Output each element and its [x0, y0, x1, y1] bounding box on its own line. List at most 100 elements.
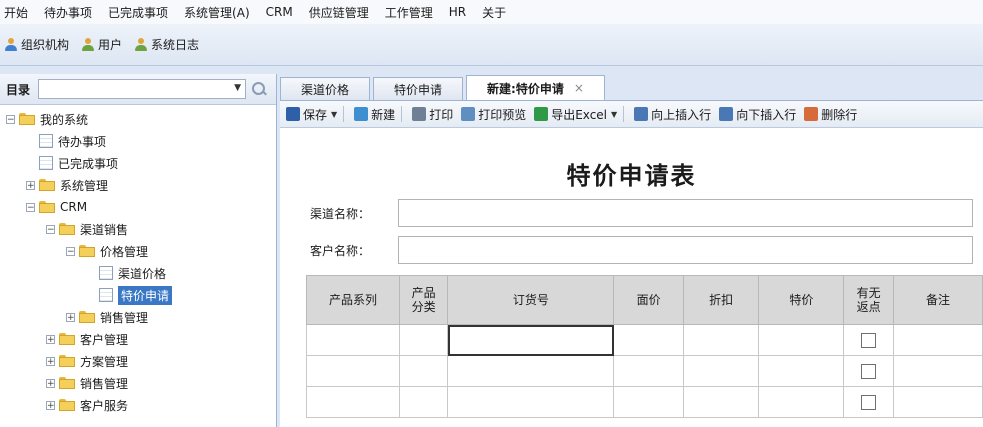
- toolbar-separator: [343, 106, 345, 122]
- collapse-icon[interactable]: −: [46, 224, 55, 234]
- close-icon[interactable]: ×: [574, 81, 584, 95]
- system-log-button[interactable]: 系统日志: [134, 36, 199, 53]
- grid-col-header-text: 产品系列: [328, 293, 377, 307]
- tree-item-12[interactable]: + 销售管理: [46, 373, 128, 393]
- menu-item-6[interactable]: 工作管理: [385, 4, 433, 21]
- toolbar-button-label: 新建: [371, 107, 396, 122]
- tree-item-label: 渠道销售: [80, 222, 129, 237]
- collapse-icon[interactable]: −: [66, 246, 75, 256]
- form-toolbar: 保存 ▼ 新建 打印 打印预览 导出Excel ▼ 向上插入行 向下插入行 删除行: [280, 101, 983, 128]
- tree-item-7[interactable]: 渠道价格: [86, 263, 166, 283]
- channel-name-label: 渠道名称：: [310, 206, 371, 221]
- page-icon: [39, 156, 53, 170]
- grid-cell[interactable]: [447, 324, 615, 356]
- grid-col-header-6: 有无返点: [843, 275, 894, 325]
- grid-cell[interactable]: [892, 324, 983, 356]
- tab-2[interactable]: 新建:特价申请 ×: [466, 75, 605, 100]
- grid-cell[interactable]: [843, 355, 894, 387]
- menu-item-4[interactable]: CRM: [266, 5, 293, 19]
- chevron-down-icon[interactable]: ▼: [234, 83, 241, 93]
- collapse-icon[interactable]: −: [26, 202, 35, 212]
- menu-item-2[interactable]: 已完成事项: [108, 4, 168, 21]
- toolbar-icon: [634, 107, 649, 121]
- grid-cell[interactable]: [447, 386, 615, 418]
- menu-item-8[interactable]: 关于: [482, 4, 506, 21]
- menu-item-1[interactable]: 待办事项: [44, 4, 92, 21]
- toolbar-button-0[interactable]: 保存 ▼: [286, 106, 337, 123]
- tree-item-5[interactable]: − 渠道销售: [46, 219, 128, 239]
- menu-item-3[interactable]: 系统管理(A): [184, 4, 250, 21]
- grid-cell[interactable]: [892, 355, 983, 387]
- menu-item-5[interactable]: 供应链管理: [309, 4, 369, 21]
- grid-cell[interactable]: [843, 386, 894, 418]
- users-button[interactable]: 用户: [81, 36, 122, 53]
- toolbar-button-5[interactable]: 向上插入行: [634, 106, 711, 123]
- grid-cell[interactable]: [682, 386, 760, 418]
- channel-name-input[interactable]: [398, 199, 973, 227]
- grid-cell[interactable]: [758, 324, 845, 356]
- toolbar-button-4[interactable]: 导出Excel ▼: [534, 106, 617, 123]
- expand-icon[interactable]: +: [66, 312, 75, 322]
- search-icon[interactable]: [252, 82, 266, 96]
- folder-icon: [39, 201, 55, 213]
- grid-col-header-text: 订货号: [512, 293, 549, 307]
- page-icon: [39, 134, 53, 148]
- directory-combo[interactable]: ▼: [38, 79, 247, 99]
- tree-item-4[interactable]: − CRM: [26, 197, 87, 217]
- tree-item-9[interactable]: + 销售管理: [66, 307, 148, 327]
- grid-cell[interactable]: [398, 355, 449, 387]
- grid-cell[interactable]: [613, 324, 684, 356]
- tree-item-3[interactable]: + 系统管理: [26, 175, 108, 195]
- tree-item-8[interactable]: 特价申请: [86, 285, 173, 305]
- toolbar-button-7[interactable]: 删除行: [804, 106, 857, 123]
- menu-item-0[interactable]: 开始: [4, 4, 28, 21]
- grid-cell[interactable]: [758, 355, 845, 387]
- menu-item-7[interactable]: HR: [449, 5, 466, 19]
- grid-cell[interactable]: [447, 355, 615, 387]
- grid-cell[interactable]: [306, 355, 400, 387]
- org-button[interactable]: 组织机构: [4, 36, 69, 53]
- tree-item-10[interactable]: + 客户管理: [46, 329, 128, 349]
- grid-cell[interactable]: [682, 324, 760, 356]
- tree-item-0[interactable]: − 我的系统: [6, 109, 88, 129]
- dropdown-arrow-icon[interactable]: ▼: [611, 110, 617, 119]
- customer-name-input[interactable]: [398, 236, 973, 264]
- rebate-checkbox[interactable]: [861, 332, 877, 348]
- toolbar-icon: [354, 107, 369, 121]
- expand-icon[interactable]: +: [46, 334, 55, 344]
- grid-cell[interactable]: [306, 324, 400, 356]
- tab-0[interactable]: 渠道价格: [280, 77, 371, 100]
- grid-cell[interactable]: [613, 386, 684, 418]
- grid-cell[interactable]: [682, 355, 760, 387]
- dropdown-arrow-icon[interactable]: ▼: [331, 110, 337, 119]
- folder-icon: [59, 377, 75, 389]
- toolbar-button-3[interactable]: 打印预览: [461, 106, 526, 123]
- toolbar-button-6[interactable]: 向下插入行: [719, 106, 796, 123]
- expand-icon[interactable]: +: [46, 400, 55, 410]
- tree-item-13[interactable]: + 客户服务: [46, 395, 128, 415]
- tree-item-label: CRM: [60, 200, 88, 214]
- expand-icon[interactable]: +: [46, 378, 55, 388]
- tree-item-6[interactable]: − 价格管理: [66, 241, 148, 261]
- tree-item-1[interactable]: 待办事项: [26, 131, 106, 151]
- toolbar-button-1[interactable]: 新建: [354, 106, 395, 123]
- rebate-checkbox[interactable]: [861, 363, 877, 379]
- toolbar-icon: [461, 107, 476, 121]
- tree-item-11[interactable]: + 方案管理: [46, 351, 128, 371]
- rebate-checkbox[interactable]: [861, 394, 877, 410]
- collapse-icon[interactable]: −: [6, 114, 15, 124]
- grid-col-header-text: 产品分类: [411, 286, 436, 314]
- expand-icon[interactable]: +: [46, 356, 55, 366]
- toolbar-button-2[interactable]: 打印: [412, 106, 453, 123]
- grid-cell[interactable]: [843, 324, 894, 356]
- grid-cell[interactable]: [613, 355, 684, 387]
- grid-cell[interactable]: [892, 386, 983, 418]
- expand-icon[interactable]: +: [26, 180, 35, 190]
- grid-cell[interactable]: [306, 386, 400, 418]
- grid-cell[interactable]: [758, 386, 845, 418]
- grid-cell[interactable]: [398, 324, 449, 356]
- grid-col-header-1: 产品分类: [398, 275, 449, 325]
- tree-item-2[interactable]: 已完成事项: [26, 153, 118, 173]
- grid-cell[interactable]: [398, 386, 449, 418]
- tab-1[interactable]: 特价申请: [373, 77, 464, 100]
